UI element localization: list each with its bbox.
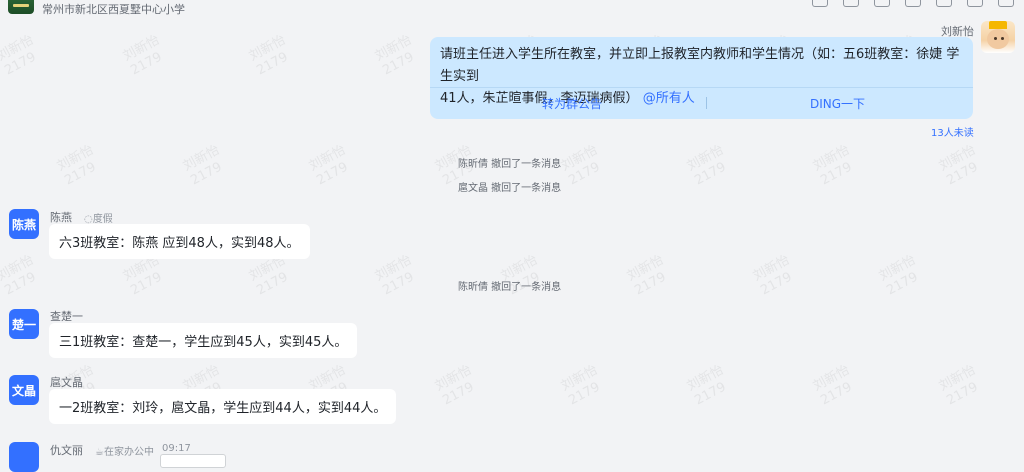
ding-button[interactable]: DING一下 (810, 95, 865, 112)
watermark-text: 刘新怡2179 (432, 362, 477, 409)
watermark-text: 刘新怡2179 (684, 362, 729, 409)
message-bubble[interactable]: 六3班教室：陈燕 应到48人，实到48人。 (49, 224, 310, 259)
action-separator (706, 97, 707, 109)
watermark-text: 刘新怡2179 (120, 32, 165, 79)
message-bubble[interactable]: 三1班教室：查楚一，学生应到45人，实到45人。 (49, 323, 358, 358)
office-icon: ☕ (95, 447, 104, 458)
status-tag: ◌度假 (84, 210, 113, 225)
download-icon[interactable] (843, 0, 859, 7)
watermark-text: 刘新怡2179 (246, 252, 291, 299)
watermark-text: 刘新怡2179 (180, 142, 225, 189)
recall-notice-1: 陈昕倩 撤回了一条消息 (458, 159, 562, 170)
self-message-line1: 请班主任进入学生所在教室，并立即上报教室内教师和学生情况（如：五6班教室：徐婕 … (440, 47, 960, 84)
self-message-text: 请班主任进入学生所在教室，并立即上报教室内教师和学生情况（如：五6班教室：徐婕 … (440, 44, 962, 110)
eye-right (1001, 37, 1004, 40)
watermark-text: 刘新怡2179 (0, 32, 39, 79)
watermark-text: 刘新怡2179 (306, 142, 351, 189)
watermark-text: 刘新怡2179 (372, 252, 417, 299)
avatar[interactable] (9, 442, 39, 472)
self-message-line2: 41人，朱芷暄事假，李迈瑞病假） (440, 91, 639, 106)
sender-name[interactable]: 查楚一 (50, 308, 83, 324)
status-tag: ☕在家办公中 (95, 443, 154, 458)
group-name: 常州市新北区西夏墅中心小学 (42, 3, 185, 16)
watermark-text: 刘新怡2179 (0, 252, 39, 299)
bubble-divider (430, 87, 973, 88)
watermark-text: 刘新怡2179 (750, 252, 795, 299)
avatar[interactable]: 楚一 (9, 309, 39, 339)
settings-icon[interactable] (998, 0, 1014, 7)
message-time: 09:17 (162, 443, 191, 454)
crown-icon (989, 21, 1007, 29)
self-avatar[interactable] (981, 21, 1015, 53)
search-icon[interactable] (967, 0, 983, 7)
message-bubble[interactable]: 一2班教室：刘玲，扈文晶，学生应到44人，实到44人。 (49, 389, 397, 424)
group-logo (8, 0, 34, 14)
add-member-icon[interactable] (936, 0, 952, 7)
watermark-text: 刘新怡2179 (810, 362, 855, 409)
watermark-text: 刘新怡2179 (810, 142, 855, 189)
list-icon[interactable] (905, 0, 921, 7)
status-text: 在家办公中 (103, 447, 154, 458)
watermark-text: 刘新怡2179 (684, 142, 729, 189)
watermark-text: 刘新怡2179 (936, 362, 981, 409)
watermark-text: 刘新怡2179 (558, 362, 603, 409)
recall-notice-2: 扈文晶 撤回了一条消息 (458, 183, 562, 194)
chat-header: 常州市新北区西夏墅中心小学 (0, 0, 1024, 18)
avatar[interactable]: 陈燕 (9, 209, 39, 239)
watermark-text: 刘新怡2179 (876, 252, 921, 299)
edit-icon[interactable] (812, 0, 828, 7)
sender-name[interactable]: 扈文晶 (50, 374, 83, 390)
recall-notice-3: 陈昕倩 撤回了一条消息 (458, 282, 562, 293)
read-status-link[interactable]: 13人未读 (931, 124, 974, 139)
mention-all-link[interactable]: @所有人 (643, 91, 695, 106)
message-bubble-partial (160, 454, 226, 468)
watermark-text: 刘新怡2179 (936, 142, 981, 189)
watermark-text: 刘新怡2179 (54, 142, 99, 189)
avatar[interactable]: 文晶 (9, 375, 39, 405)
watermark-text: 刘新怡2179 (624, 252, 669, 299)
watermark-text: 刘新怡2179 (120, 252, 165, 299)
mute-icon[interactable] (874, 0, 890, 7)
sender-name[interactable]: 仇文丽 (50, 442, 83, 458)
eye-left (994, 37, 997, 40)
self-message-bubble[interactable]: 请班主任进入学生所在教室，并立即上报教室内教师和学生情况（如：五6班教室：徐婕 … (430, 37, 973, 119)
watermark-text: 刘新怡2179 (372, 32, 417, 79)
watermark-text: 刘新怡2179 (246, 32, 291, 79)
convert-announcement-button[interactable]: 转为群公告 (542, 95, 602, 112)
watermark-text: 刘新怡2179 (558, 142, 603, 189)
sender-name[interactable]: 陈燕 (50, 209, 72, 225)
face-image (987, 29, 1009, 49)
